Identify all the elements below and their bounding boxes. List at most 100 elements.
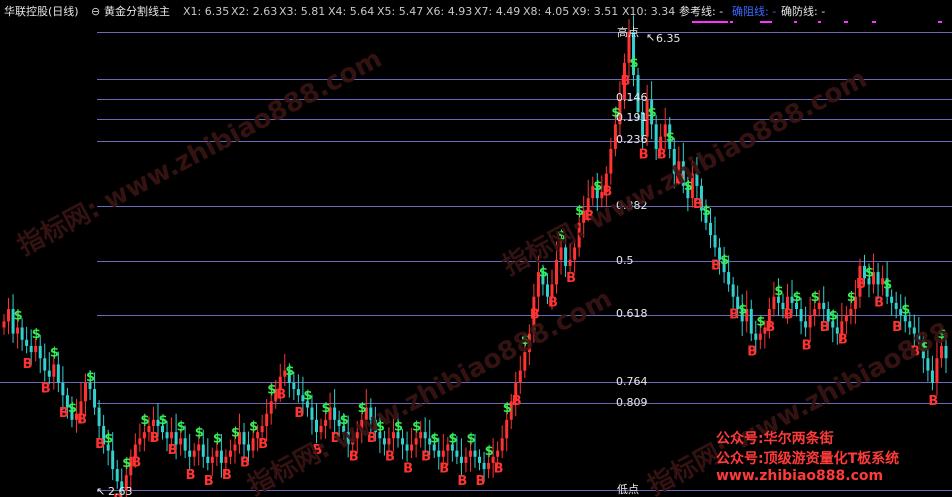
candle-body — [251, 438, 255, 451]
candle-body — [926, 358, 930, 371]
sell-signal: $ — [666, 130, 675, 145]
candle-body — [228, 450, 232, 457]
sell-signal: $ — [648, 105, 657, 120]
sell-signal: $ — [466, 432, 475, 447]
buy-signal: B — [77, 412, 87, 427]
buy-signal: B — [838, 332, 848, 347]
candle-body — [459, 456, 463, 463]
indicator-toggle-icon[interactable]: ⊖ — [91, 4, 100, 20]
top-marker — [760, 21, 772, 23]
sell-signal: $ — [195, 425, 204, 440]
candle-body — [292, 382, 296, 390]
candle-body — [890, 296, 894, 303]
candle-body — [115, 469, 119, 482]
candle-body — [247, 444, 251, 451]
sell-signal: $ — [50, 345, 59, 360]
buy-signal: B — [620, 74, 630, 89]
candle-body — [849, 309, 853, 316]
fib-label: 0.809 — [616, 396, 648, 409]
buy-signal: B — [23, 357, 33, 372]
candle-body — [387, 438, 391, 445]
buy-signal: B — [783, 308, 793, 323]
buy-signal: B — [385, 449, 395, 464]
kline-chart[interactable]: $B$B$B$B$B$B$B$B$B$B$B$B$B$B$B$B$B$B$B$B… — [0, 0, 952, 497]
sell-signal: $ — [231, 425, 240, 440]
candle-body — [441, 450, 445, 457]
candle-body — [210, 456, 214, 463]
legend-item: 确阻线: - — [732, 5, 777, 18]
candle-body — [930, 370, 934, 383]
sell-signal: $ — [793, 290, 802, 305]
top-marker — [818, 21, 821, 23]
sell-signal: $ — [865, 265, 874, 280]
candle-body — [731, 284, 735, 297]
buy-signal: B — [276, 388, 286, 403]
buy-signal: B — [149, 431, 159, 446]
buy-signal: B — [639, 148, 649, 163]
legend-item: X2: 2.63 — [231, 5, 278, 18]
candle-body — [224, 456, 228, 463]
candle-body — [382, 438, 386, 445]
legend-item: X7: 4.49 — [474, 5, 521, 18]
legend-item: 参考线: - — [679, 5, 724, 18]
legend-item: X3: 5.81 — [279, 5, 326, 18]
candle-body — [473, 450, 477, 457]
buy-signal: B — [928, 394, 938, 409]
sell-signal: $ — [720, 253, 729, 268]
buy-signal: B — [421, 449, 431, 464]
sell-signal: $ — [847, 290, 856, 305]
buy-signal: B — [258, 437, 268, 452]
high-label: 高点 — [617, 26, 639, 39]
buy-signal: B — [41, 382, 51, 397]
chart-window[interactable]: $B$B$B$B$B$B$B$B$B$B$B$B$B$B$B$B$B$B$B$B… — [0, 0, 952, 497]
candle-body — [61, 382, 65, 396]
candle-body — [505, 419, 509, 439]
candle-body — [401, 438, 405, 445]
indicator-name[interactable]: 黄金分割线主 — [104, 4, 170, 20]
candle-body — [713, 235, 717, 248]
fib-label: 0.191 — [616, 111, 648, 124]
candle-body — [197, 444, 201, 451]
buy-signal: B — [294, 406, 304, 421]
candle-body — [410, 444, 414, 451]
candle-body — [47, 370, 51, 377]
candle-body — [758, 333, 762, 340]
buy-signal: B — [802, 338, 812, 353]
candle-body — [464, 456, 468, 463]
sell-signal: $ — [829, 308, 838, 323]
sell-signal: $ — [883, 278, 892, 293]
candle-body — [478, 456, 482, 463]
top-marker — [872, 21, 876, 23]
sell-signal: $ — [159, 413, 168, 428]
buy-signal: B — [494, 462, 504, 477]
candle-body — [233, 444, 237, 451]
candle-body — [813, 309, 817, 316]
candle-body — [20, 327, 24, 340]
sell-signal: $ — [430, 432, 439, 447]
sell-signal: $ — [485, 444, 494, 459]
candle-body — [43, 358, 47, 371]
top-marker — [794, 21, 797, 23]
candle-body — [25, 339, 29, 346]
sell-signal: $ — [901, 302, 910, 317]
top-marker — [692, 21, 728, 23]
candle-body — [151, 419, 155, 426]
sell-signal: $ — [104, 432, 113, 447]
candle-body — [84, 382, 88, 402]
candle-body — [555, 259, 559, 285]
candle-body — [500, 438, 504, 451]
buy-signal: B — [747, 345, 757, 360]
candle-body — [183, 438, 187, 451]
legend-item: X9: 3.51 — [572, 5, 619, 18]
candle-body — [7, 309, 11, 322]
sell-signal: $ — [503, 401, 512, 416]
buy-signal: B — [566, 271, 576, 286]
sell-signal: $ — [756, 315, 765, 330]
fib-label: 0.5 — [616, 254, 634, 267]
sell-signal: $ — [267, 382, 276, 397]
candle-body — [709, 222, 712, 236]
promo-line-1: 公众号:华尔两条街 — [716, 431, 834, 447]
fib-label: 0.236 — [616, 133, 648, 146]
buy-signal: B — [204, 474, 214, 489]
candle-body — [219, 450, 223, 463]
